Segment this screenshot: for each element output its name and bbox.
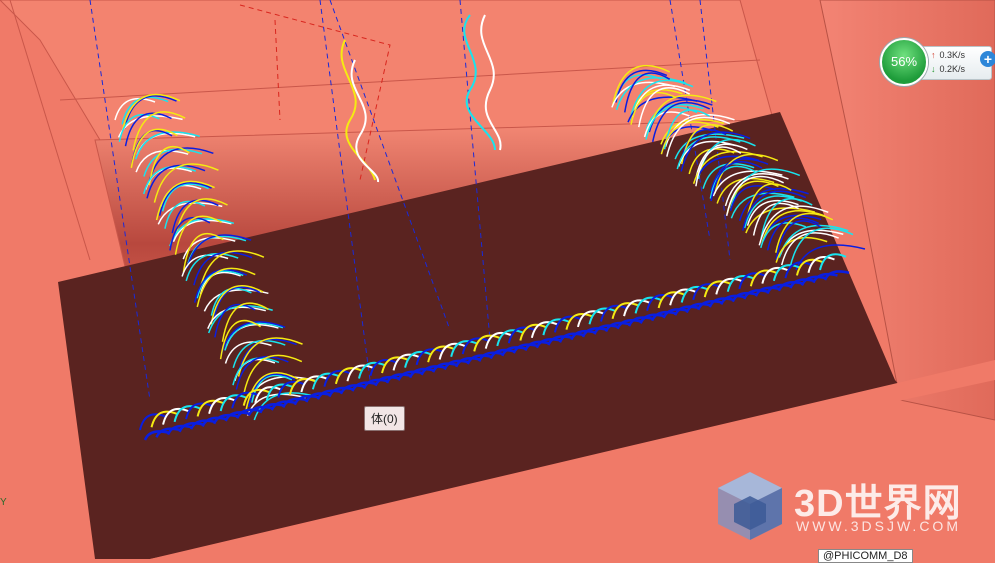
cube-logo-icon [718, 472, 782, 540]
network-monitor[interactable]: ↑ 0.3K/s ↓ 0.2K/s 56% + [880, 38, 995, 86]
corner-tag: @PHICOMM_D8 [818, 549, 913, 563]
axis-triad-label: Y [0, 497, 7, 508]
download-arrow-icon: ↓ [931, 64, 936, 74]
watermark-url: WWW.3DSJW.COM [796, 518, 961, 534]
selection-tooltip: 体(0) [364, 406, 405, 431]
watermark: 3D世界网 WWW.3DSJW.COM [710, 466, 980, 546]
download-speed: 0.2K/s [939, 64, 966, 74]
upload-arrow-icon: ↑ [931, 50, 936, 60]
memory-usage-badge[interactable]: 56% [880, 38, 928, 86]
download-row: ↓ 0.2K/s [931, 64, 965, 74]
upload-row: ↑ 0.3K/s [931, 50, 965, 60]
plus-icon[interactable]: + [980, 51, 995, 67]
upload-speed: 0.3K/s [939, 50, 966, 60]
